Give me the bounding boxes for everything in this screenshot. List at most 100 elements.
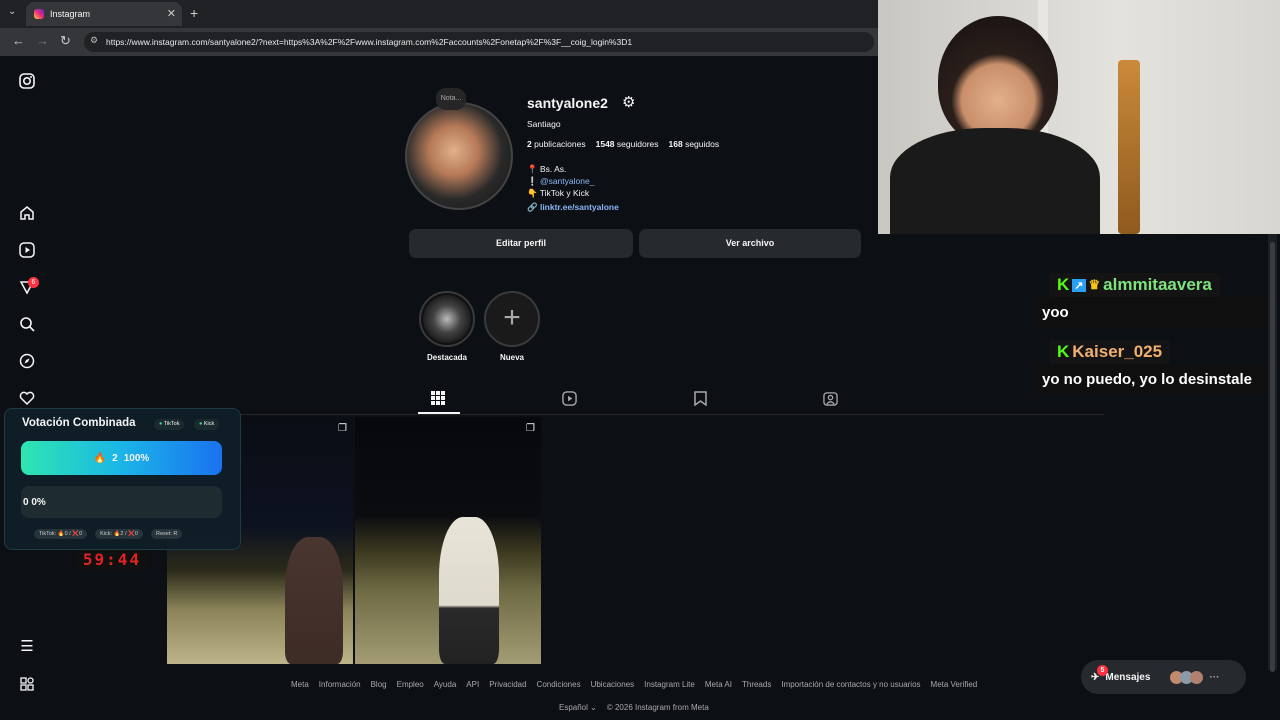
vote-option-1-bar: 🔥 2 100% [21, 441, 222, 475]
followers-stat[interactable]: 1548 seguidores [596, 139, 659, 149]
vote-option-2-pct: 0% [31, 496, 46, 508]
messages-label: Mensajes [1105, 671, 1151, 683]
notification-badge: 6 [28, 277, 39, 288]
chat-message: yo no puedo, yo lo desinstale [1034, 364, 1270, 394]
footer-link[interactable]: Meta Verified [931, 680, 978, 689]
browser-tab-bar: ⌄ Instagram ✕ + [0, 0, 880, 28]
webcam-overlay [878, 0, 1280, 234]
vote-foot-kick: Kick: 🔥2 / ❌0 [95, 529, 143, 539]
vote-option-1-count: 2 [112, 452, 118, 464]
language-select[interactable]: Español ⌄ [559, 703, 597, 712]
fire-icon: 🔥 [93, 452, 107, 464]
also-from-meta-icon[interactable] [18, 676, 36, 694]
post-person-figure [439, 517, 499, 664]
home-icon[interactable] [18, 205, 36, 223]
kick-badge-icon: K [1057, 275, 1070, 294]
vote-foot-tiktok: TikTok: 🔥0 / ❌0 [34, 529, 88, 539]
guitar-neck [1118, 60, 1140, 234]
browser-tab[interactable]: Instagram ✕ [26, 2, 182, 26]
back-icon[interactable]: ← [12, 33, 25, 48]
carousel-icon: ❐ [338, 423, 347, 434]
instagram-favicon-icon [34, 9, 44, 19]
footer-links: Meta Información Blog Empleo Ayuda API P… [291, 680, 977, 689]
footer-link[interactable]: Privacidad [489, 680, 526, 689]
heart-icon[interactable] [18, 390, 36, 408]
edit-profile-button[interactable]: Editar perfil [409, 229, 633, 258]
streamer-shirt [890, 128, 1100, 234]
footer-link[interactable]: Ayuda [434, 680, 457, 689]
reload-icon[interactable]: ↻ [60, 33, 71, 49]
footer-link[interactable]: Meta AI [705, 680, 732, 689]
tab-reels-icon[interactable] [562, 391, 577, 409]
instagram-logo-icon[interactable] [18, 73, 36, 91]
new-tab-icon[interactable]: + [190, 5, 198, 21]
footer-link[interactable]: Threads [742, 680, 771, 689]
messages-badge: 5 [1097, 664, 1108, 676]
more-icon: ··· [1209, 671, 1220, 683]
menu-icon[interactable]: ☰ [18, 638, 36, 656]
profile-full-name: Santiago [527, 119, 561, 129]
tab-search-icon[interactable]: ⌄ [8, 6, 16, 17]
profile-avatar[interactable] [405, 102, 513, 210]
search-icon[interactable] [18, 316, 36, 334]
kick-badge-icon: K [1057, 342, 1070, 361]
vote-title: Votación Combinada [22, 417, 136, 429]
streamer-head [938, 16, 1058, 146]
vote-footer: TikTok: 🔥0 / ❌0 Kick: 🔥2 / ❌0 Reset: R [34, 529, 183, 539]
tab-tagged-icon[interactable] [823, 391, 838, 409]
vote-tag-kick: ● Kick [194, 419, 220, 430]
footer-link[interactable]: Instagram Lite [644, 680, 695, 689]
copyright: © 2026 Instagram from Meta [606, 703, 709, 712]
tab-posts-grid-icon[interactable] [431, 391, 445, 408]
highlight-destacada-image [423, 295, 471, 343]
subscriber-badge-icon: ↗ [1072, 278, 1086, 292]
tab-saved-icon[interactable] [694, 391, 707, 409]
scrollbar-thumb[interactable] [1270, 242, 1275, 672]
bio-line-platforms: 👇 TikTok y Kick [527, 188, 590, 198]
forward-icon[interactable]: → [36, 33, 49, 48]
scrollbar[interactable] [1268, 234, 1277, 672]
close-tab-icon[interactable]: ✕ [167, 7, 176, 20]
chat-username: K ↗ ♛ almmitaavera [1049, 273, 1220, 297]
footer-link[interactable]: Ubicaciones [591, 680, 635, 689]
message-avatars [1170, 670, 1204, 684]
vote-foot-reset: Reset: R [151, 529, 183, 539]
footer-link[interactable]: Importación de contactos y no usuarios [781, 680, 920, 689]
footer-link[interactable]: Condiciones [537, 680, 581, 689]
url-input[interactable]: https://www.instagram.com/santyalone2/?n… [84, 32, 874, 52]
post-person-figure [285, 537, 343, 664]
crown-badge-icon: ♛ [1088, 277, 1101, 292]
vote-option-2-bar: 0 0% [21, 486, 222, 518]
carousel-icon: ❐ [526, 423, 535, 434]
vote-tag-tiktok: ● TikTok [154, 419, 185, 430]
footer-link[interactable]: Meta [291, 680, 309, 689]
note-bubble[interactable]: Nota... [436, 88, 466, 110]
new-highlight-button[interactable]: + [484, 291, 540, 347]
footer-link[interactable]: Empleo [397, 680, 424, 689]
bio-link[interactable]: 🔗 linktr.ee/santyalone [527, 202, 619, 213]
view-archive-button[interactable]: Ver archivo [639, 229, 861, 258]
chat-message: yoo [1034, 297, 1270, 327]
profile-username: santyalone2 [527, 95, 608, 111]
selected-tab-indicator [418, 412, 460, 414]
bio-line-mention[interactable]: ❕ @santyalone_ [527, 176, 594, 187]
messages-icon: ✈ 5 [1091, 664, 1108, 683]
footer-link[interactable]: API [466, 680, 479, 689]
settings-gear-icon[interactable]: ⚙ [622, 93, 635, 111]
reels-icon[interactable] [18, 242, 36, 260]
following-stat[interactable]: 168 seguidos [669, 139, 720, 149]
highlight-label: Destacada [426, 353, 468, 362]
bio-line-location: 📍 Bs. As. [527, 164, 567, 174]
profile-stats: 2 publicaciones 1548 seguidores 168 segu… [527, 139, 719, 149]
explore-icon[interactable] [18, 353, 36, 371]
post-thumbnail[interactable]: ❐ [355, 417, 541, 664]
messages-button[interactable]: ✈ 5 Mensajes ··· [1081, 660, 1246, 694]
countdown-timer: 59:44 [77, 550, 147, 570]
site-info-icon[interactable]: ⚙ [90, 35, 98, 46]
footer-link[interactable]: Información [319, 680, 361, 689]
footer-link[interactable]: Blog [371, 680, 387, 689]
footer-meta: Español ⌄ © 2026 Instagram from Meta [559, 703, 709, 712]
vote-option-1-pct: 100% [123, 452, 150, 464]
vote-option-2-count: 0 [23, 496, 29, 508]
highlight-label: Nueva [499, 353, 524, 362]
